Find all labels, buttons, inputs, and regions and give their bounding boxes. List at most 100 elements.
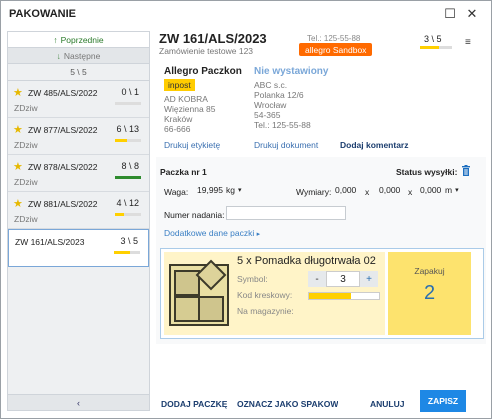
order-subtitle: Zamówienie testowe 123 (159, 46, 254, 56)
stock-label: Na magazynie: (237, 306, 294, 316)
previous-label: Poprzednie (60, 34, 104, 45)
sender-name: Allegro Paczkon (164, 66, 242, 77)
extra-package-data-label: Dodatkowe dane paczki (164, 228, 255, 238)
product-image (169, 257, 229, 327)
recipient-line: Wrocław (254, 100, 287, 110)
order-number: ZW 878/ALS/2022 (28, 162, 98, 172)
order-item-count: 0 \ 1 (121, 87, 139, 97)
header-item-count: 3 \ 5 (424, 34, 442, 44)
order-customer: ZDziw (14, 214, 38, 224)
print-document-link[interactable]: Drukuj dokument (254, 140, 318, 150)
order-list-item[interactable]: ★ ZW 881/ALS/2022 ZDziw 4 \ 12 (8, 192, 149, 229)
recipient-block: Nie wystawiony ABC s.c. Polanka 12/6 Wro… (254, 66, 364, 131)
star-icon[interactable]: ★ (13, 86, 23, 99)
package-panel: Paczka nr 1 Status wysyłki: Waga: 19,995… (156, 157, 486, 344)
collapse-sidebar-button[interactable]: ‹ (8, 394, 149, 410)
pack-button[interactable]: Zapakuj 2 (388, 252, 471, 335)
times-sign: x (408, 187, 413, 197)
symbol-label: Symbol: (237, 274, 268, 284)
window-title: PAKOWANIE (9, 8, 77, 20)
print-label-link[interactable]: Drukuj etykietę (164, 140, 220, 150)
order-number: ZW 161/ALS/2023 (159, 31, 267, 46)
add-comment-link[interactable]: Dodaj komentarz (340, 140, 409, 150)
orders-sidebar: ↑ Poprzednie ↓ Następne 5 \ 5 ★ ZW 485/AL… (7, 31, 150, 411)
order-list-item[interactable]: ★ ZW 877/ALS/2022 ZDziw 6 \ 13 (8, 118, 149, 155)
order-progress-fill (115, 176, 141, 179)
save-button[interactable]: ZAPISZ (420, 390, 466, 412)
trash-icon[interactable] (461, 165, 471, 178)
carrier-badge: inpost (164, 79, 195, 91)
dim-z-input[interactable]: 0,000 (417, 183, 447, 197)
quantity-input[interactable]: 3 (326, 271, 360, 287)
product-card: 5 x Pomadka długotrwała 02 Symbol: Kod k… (160, 248, 484, 339)
shipping-status-label: Status wysyłki: (396, 167, 458, 177)
source-badge: allegro Sandbox (299, 43, 373, 56)
order-customer: ZDziw (14, 103, 38, 113)
chevron-down-icon: ▾ (237, 187, 242, 194)
add-package-button[interactable]: DODAJ PACZKĘ (161, 399, 227, 409)
dim-y-input[interactable]: 0,000 (376, 183, 406, 197)
order-detail: ZW 161/ALS/2023 Zamówienie testowe 123 T… (156, 29, 486, 414)
dim-x-input[interactable]: 0,000 (332, 183, 362, 197)
mark-packed-button[interactable]: OZNACZ JAKO SPAKOWANE (237, 399, 338, 409)
times-sign: x (365, 187, 370, 197)
order-customer: ZDziw (14, 140, 38, 150)
weight-label: Waga: (164, 187, 189, 197)
order-item-count: 3 \ 5 (120, 236, 138, 246)
weight-unit: kg (226, 185, 235, 195)
recipient-line: Tel.: 125-55-88 (254, 120, 311, 130)
cancel-button[interactable]: ANULUJ (370, 399, 404, 409)
tracking-input[interactable] (226, 206, 346, 220)
sender-line: 66-666 (164, 124, 191, 134)
star-icon[interactable]: ★ (13, 197, 23, 210)
star-icon[interactable]: ★ (13, 160, 23, 173)
dim-unit-select[interactable]: m ▾ (445, 183, 459, 197)
next-label: Następne (63, 50, 101, 61)
order-list-item[interactable]: ZW 161/ALS/2023 3 \ 5 (8, 229, 149, 267)
extra-package-data-link[interactable]: Dodatkowe dane paczki ▸ (164, 228, 260, 238)
header-phone: Tel.: 125-55-88 (307, 34, 361, 43)
dimensions-label: Wymiary: (296, 187, 332, 197)
order-number: ZW 877/ALS/2022 (28, 125, 98, 135)
previous-button[interactable]: ↑ Poprzednie (8, 32, 149, 48)
order-list: ★ ZW 485/ALS/2022 ZDziw 0 \ 1 ★ ZW 877/ALS/20… (8, 81, 149, 267)
product-info: 5 x Pomadka długotrwała 02 Symbol: Kod k… (164, 252, 385, 335)
close-icon[interactable]: ✕ (461, 3, 483, 25)
title-bar: PAKOWANIE ☐ ✕ (1, 1, 491, 27)
product-name: 5 x Pomadka długotrwała 02 (237, 255, 376, 267)
pack-quantity: 2 (423, 282, 436, 304)
restore-icon[interactable]: ☐ (439, 3, 461, 25)
menu-icon[interactable]: ≡ (465, 37, 471, 48)
quantity-stepper: - 3 + (308, 271, 378, 287)
star-icon[interactable]: ★ (13, 123, 23, 136)
decrease-button[interactable]: - (308, 271, 326, 287)
order-number: ZW 161/ALS/2023 (15, 237, 85, 247)
order-progress-bar (115, 139, 141, 142)
dim-unit: m (445, 185, 453, 195)
next-button[interactable]: ↓ Następne (8, 48, 149, 64)
arrow-up-icon: ↑ (53, 34, 58, 45)
pack-label: Zapakuj (414, 266, 445, 276)
package-title: Paczka nr 1 (160, 167, 207, 177)
order-progress-fill (114, 251, 130, 254)
weight-unit-select[interactable]: kg ▾ (226, 183, 242, 197)
order-progress-bar (115, 102, 141, 105)
document-status: Nie wystawiony (254, 66, 329, 77)
increase-button[interactable]: + (360, 271, 378, 287)
sender-line: Więzienna 85 (164, 104, 216, 114)
chevron-down-icon: ▾ (455, 187, 459, 194)
order-list-item[interactable]: ★ ZW 878/ALS/2022 ZDziw 8 \ 8 (8, 155, 149, 192)
order-progress-bar (114, 251, 140, 254)
order-item-count: 6 \ 13 (116, 124, 139, 134)
order-position: 5 \ 5 (8, 64, 149, 81)
order-progress-fill (115, 213, 124, 216)
packing-window: PAKOWANIE ☐ ✕ ↑ Poprzednie ↓ Następne 5 … (0, 0, 492, 419)
sender-block: Allegro Paczkon inpost AD KOBRA Więzienn… (164, 67, 254, 134)
order-number: ZW 485/ALS/2022 (28, 88, 98, 98)
order-list-item[interactable]: ★ ZW 485/ALS/2022 ZDziw 0 \ 1 (8, 81, 149, 118)
order-progress-bar (115, 213, 141, 216)
tracking-label: Numer nadania: (164, 210, 225, 220)
recipient-line: Polanka 12/6 (254, 90, 304, 100)
arrow-down-icon: ↓ (56, 50, 61, 61)
chevron-right-icon: ▸ (256, 231, 261, 238)
